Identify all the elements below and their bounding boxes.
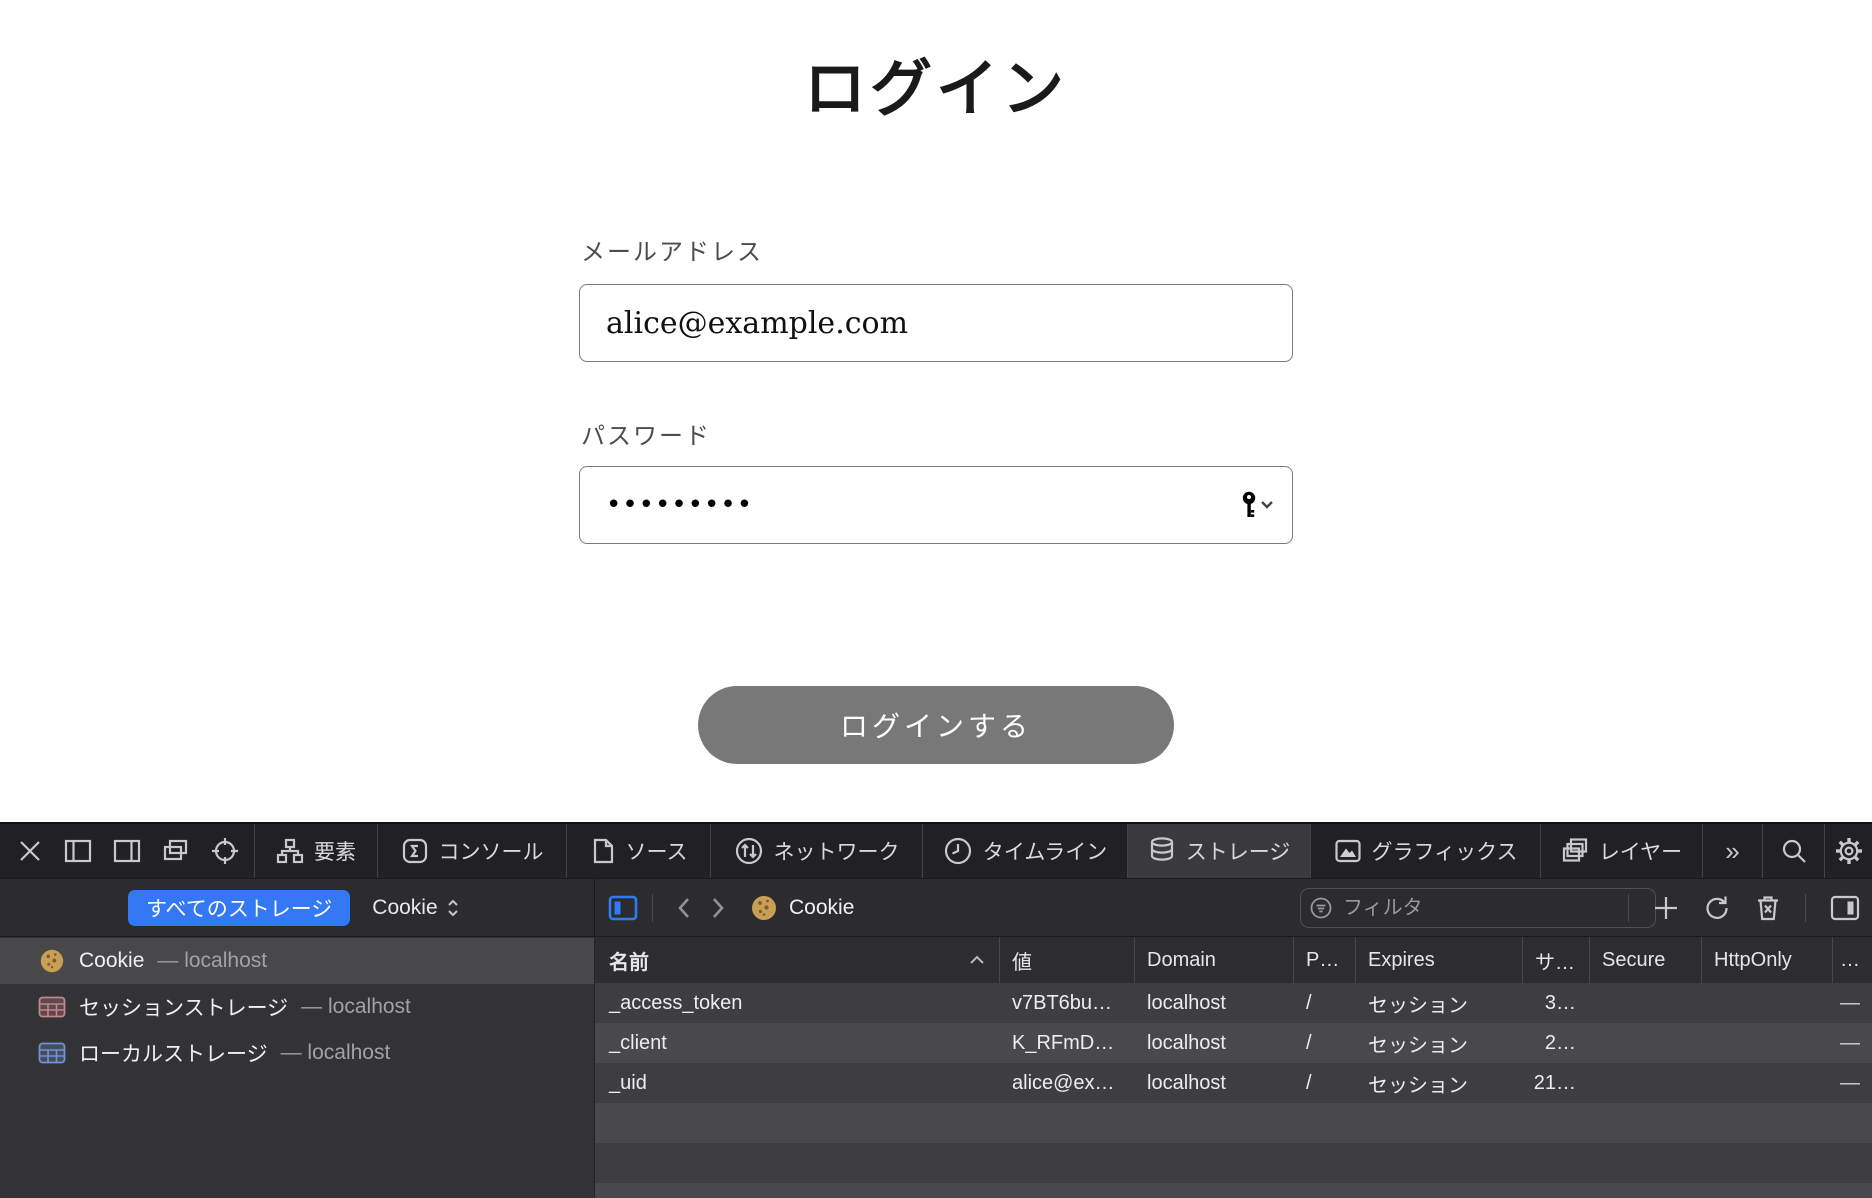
table-row[interactable]: _access_token v7BT6bu… localhost / セッション… xyxy=(595,983,1872,1023)
email-label: メールアドレス xyxy=(581,232,763,267)
filter-icon xyxy=(1309,896,1333,920)
tab-timelines[interactable]: タイムライン xyxy=(923,824,1128,878)
column-header-secure[interactable]: Secure xyxy=(1590,937,1702,983)
inspector-second-row: すべてのストレージ Cookie xyxy=(0,879,1872,937)
gear-icon xyxy=(1834,836,1864,866)
close-icon[interactable] xyxy=(16,837,44,865)
column-header-path[interactable]: P… xyxy=(1294,937,1356,983)
graphics-icon xyxy=(1334,838,1362,864)
sidebar-item-cookies[interactable]: Cookie — localhost xyxy=(0,938,594,984)
table-row[interactable]: _client K_RFmD… localhost / セッション 2… — xyxy=(595,1023,1872,1063)
up-down-chevrons-icon xyxy=(446,899,460,917)
login-page: ログイン メールアドレス パスワード ログインする xyxy=(0,0,1872,822)
search-icon xyxy=(1780,837,1808,865)
nav-actions xyxy=(1628,879,1872,937)
filter-input[interactable] xyxy=(1341,896,1647,921)
divider xyxy=(1628,894,1629,922)
page-title: ログイン xyxy=(0,38,1872,128)
web-inspector: 要素 コンソール ソース xyxy=(0,822,1872,1198)
clear-cookies-trash-icon[interactable] xyxy=(1755,894,1781,922)
session-storage-table-icon xyxy=(38,996,66,1018)
cookie-icon xyxy=(38,947,66,975)
local-storage-table-icon xyxy=(38,1042,66,1064)
layers-icon xyxy=(1561,837,1589,865)
tab-layers[interactable]: レイヤー xyxy=(1541,824,1703,878)
undock-icon[interactable] xyxy=(161,837,191,865)
dock-right-icon[interactable] xyxy=(112,837,142,865)
storage-scope-bar: すべてのストレージ Cookie xyxy=(0,879,595,936)
back-button[interactable] xyxy=(677,897,691,919)
elements-icon xyxy=(276,837,304,865)
search-button[interactable] xyxy=(1763,824,1825,878)
cookie-icon xyxy=(749,893,779,923)
divider xyxy=(1805,894,1806,922)
tab-network[interactable]: ネットワーク xyxy=(711,824,923,878)
tab-storage[interactable]: ストレージ xyxy=(1128,824,1311,878)
sidebar-item-local-storage[interactable]: ローカルストレージ — localhost xyxy=(0,1030,594,1076)
timelines-icon xyxy=(943,836,973,866)
tab-graphics[interactable]: グラフィックス xyxy=(1311,824,1541,878)
filter-field[interactable] xyxy=(1300,888,1656,928)
storage-icon xyxy=(1148,836,1176,866)
more-tabs-button[interactable]: » xyxy=(1703,824,1763,878)
sort-ascending-chevron-icon xyxy=(969,955,985,965)
scope-all-storage-button[interactable]: すべてのストレージ xyxy=(128,890,350,926)
password-autofill-key-icon[interactable] xyxy=(1235,490,1277,520)
forward-button[interactable] xyxy=(711,897,725,919)
cookie-table: 名前 値 Domain P… Expires サ… Secure HttpOnl… xyxy=(595,937,1872,1198)
tab-sources[interactable]: ソース xyxy=(567,824,711,878)
column-header-domain[interactable]: Domain xyxy=(1135,937,1294,983)
window-controls xyxy=(0,824,255,878)
email-input[interactable] xyxy=(579,284,1293,362)
console-icon xyxy=(401,837,429,865)
storage-sidebar: Cookie — localhost セッションストレージ xyxy=(0,937,595,1198)
tab-console[interactable]: コンソール xyxy=(378,824,567,878)
inspector-tab-bar: 要素 コンソール ソース xyxy=(0,824,1872,879)
empty-row xyxy=(595,1103,1872,1143)
cookie-table-header: 名前 値 Domain P… Expires サ… Secure HttpOnl… xyxy=(595,937,1872,983)
content-nav-bar: Cookie xyxy=(595,879,1872,936)
network-icon xyxy=(734,836,764,866)
sidebar-item-session-storage[interactable]: セッションストレージ — localhost xyxy=(0,984,594,1030)
column-header-size[interactable]: サ… xyxy=(1523,937,1590,983)
password-field-wrap xyxy=(579,466,1293,544)
scope-cookie-select[interactable]: Cookie xyxy=(372,896,459,920)
empty-row xyxy=(595,1183,1872,1198)
toggle-left-sidebar-icon[interactable] xyxy=(608,895,638,921)
toggle-right-sidebar-icon[interactable] xyxy=(1830,895,1860,921)
column-header-name[interactable]: 名前 xyxy=(595,937,1000,983)
column-header-httponly[interactable]: HttpOnly xyxy=(1702,937,1833,983)
column-header-overflow[interactable]: … xyxy=(1833,937,1872,983)
empty-row xyxy=(595,1143,1872,1183)
settings-button[interactable] xyxy=(1825,824,1872,878)
double-chevron-icon: » xyxy=(1725,836,1739,867)
password-label: パスワード xyxy=(581,416,711,451)
table-row[interactable]: _uid alice@ex… localhost / セッション 21… — xyxy=(595,1063,1872,1103)
content-title: Cookie xyxy=(749,893,854,923)
tab-elements[interactable]: 要素 xyxy=(255,824,378,878)
element-picker-icon[interactable] xyxy=(210,836,240,866)
column-header-expires[interactable]: Expires xyxy=(1356,937,1523,983)
divider xyxy=(652,894,653,922)
password-input[interactable] xyxy=(579,466,1293,544)
dock-left-icon[interactable] xyxy=(63,837,93,865)
column-header-value[interactable]: 値 xyxy=(1000,937,1135,983)
screen: ログイン メールアドレス パスワード ログインする xyxy=(0,0,1872,1198)
sources-icon xyxy=(590,837,616,865)
refresh-button[interactable] xyxy=(1703,894,1731,922)
login-button[interactable]: ログインする xyxy=(698,686,1174,764)
add-cookie-button[interactable] xyxy=(1653,895,1679,921)
storage-content: Cookie — localhost セッションストレージ xyxy=(0,937,1872,1198)
